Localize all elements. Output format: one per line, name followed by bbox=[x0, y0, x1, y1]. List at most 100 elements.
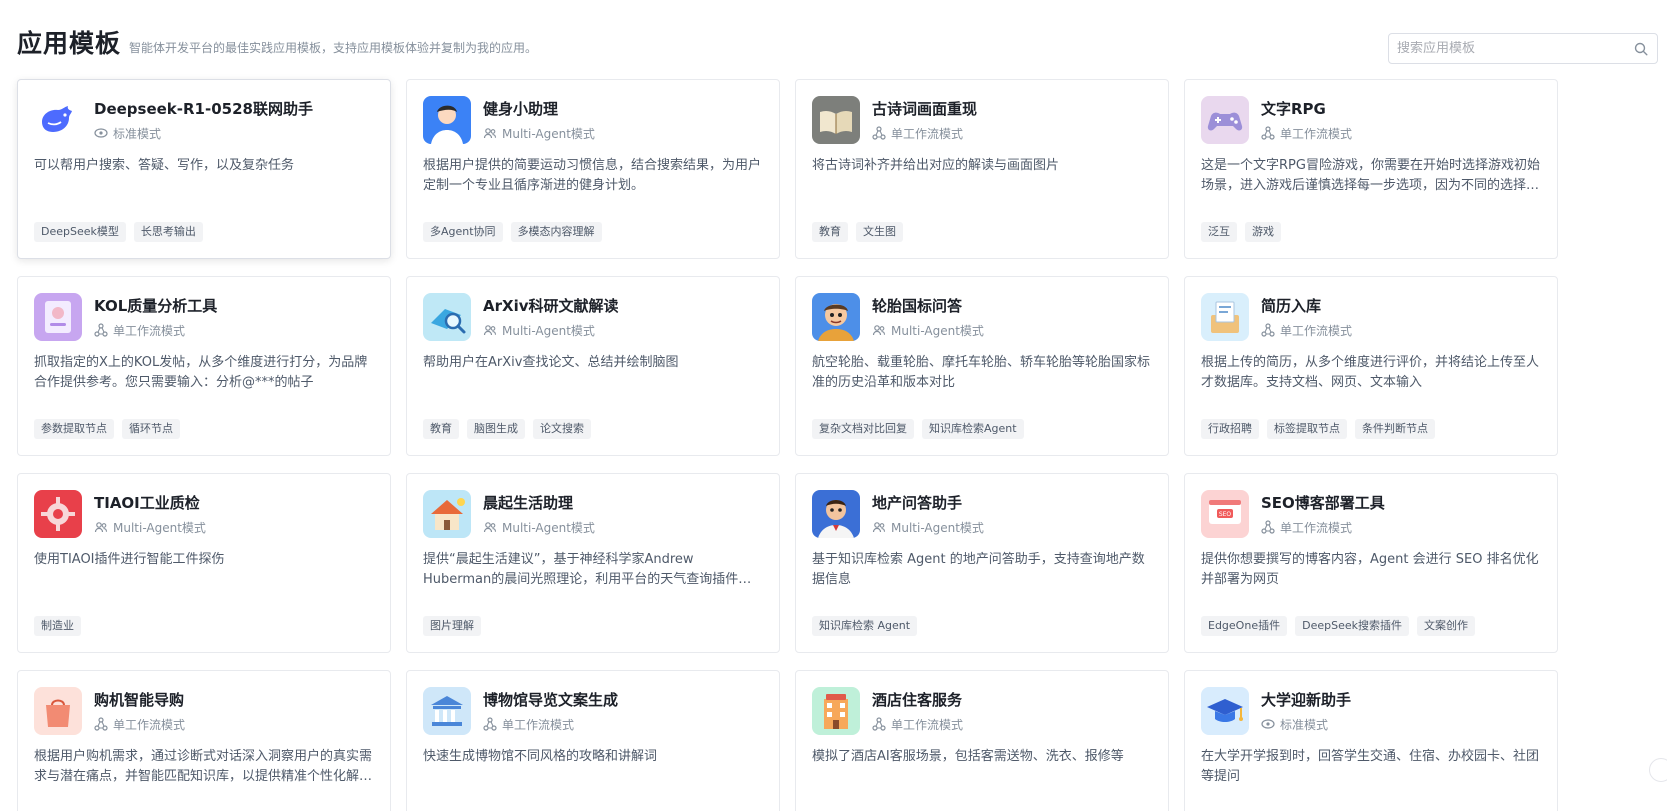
tag: 论文搜索 bbox=[533, 419, 591, 439]
users-icon bbox=[872, 323, 886, 337]
gamepad-avatar-icon bbox=[1201, 96, 1249, 144]
users-icon bbox=[483, 323, 497, 337]
template-card[interactable]: 大学迎新助手 标准模式 在大学开学报到时，回答学生交通、住宿、办校园卡、社团等提… bbox=[1184, 670, 1558, 811]
hotel-avatar-icon bbox=[812, 687, 860, 735]
tag: 标签提取节点 bbox=[1267, 419, 1347, 439]
mode-label: Multi-Agent模式 bbox=[502, 126, 595, 141]
tag: 复杂文档对比回复 bbox=[812, 419, 914, 439]
card-header: 简历入库 单工作流模式 bbox=[1201, 293, 1541, 341]
card-description: 提供“晨起生活建议”，基于神经科学家Andrew Huberman的晨间光照理论… bbox=[423, 552, 752, 587]
mode-label: Multi-Agent模式 bbox=[113, 520, 206, 535]
tag: 知识库检索 Agent bbox=[812, 616, 918, 636]
template-card[interactable]: 古诗词画面重现 单工作流模式 将古诗词补齐并给出对应的解读与画面图片 教育 文生图 bbox=[795, 79, 1169, 259]
tag-list: 行政招聘 标签提取节点 条件判断节点 bbox=[1201, 419, 1435, 439]
search-icon[interactable] bbox=[1633, 41, 1649, 57]
tag: 条件判断节点 bbox=[1355, 419, 1435, 439]
template-card[interactable]: 轮胎国标问答 Multi-Agent模式 航空轮胎、载重轮胎、摩托车轮胎、轿车轮… bbox=[795, 276, 1169, 456]
mode-line: Multi-Agent模式 bbox=[483, 322, 619, 339]
mode-label: Multi-Agent模式 bbox=[502, 520, 595, 535]
mode-line: 单工作流模式 bbox=[872, 125, 977, 142]
card-title-block: 轮胎国标问答 Multi-Agent模式 bbox=[872, 296, 984, 339]
tag: EdgeOne插件 bbox=[1201, 616, 1288, 636]
open-book-avatar-icon bbox=[812, 96, 860, 144]
eye-icon bbox=[94, 126, 108, 140]
card-title: 购机智能导购 bbox=[94, 690, 185, 709]
template-grid: Deepseek-R1-0528联网助手 标准模式 可以帮用户搜索、答疑、写作，… bbox=[17, 79, 1558, 811]
svg-text:SEO: SEO bbox=[1219, 511, 1232, 518]
card-title-block: 文字RPG 单工作流模式 bbox=[1261, 99, 1352, 142]
tag: 教育 bbox=[812, 222, 848, 242]
mode-label: 单工作流模式 bbox=[891, 717, 964, 732]
card-description: 帮助用户在ArXiv查找论文、总结并绘制脑图 bbox=[423, 355, 679, 370]
mode-label: 标准模式 bbox=[1280, 717, 1329, 732]
mode-line: Multi-Agent模式 bbox=[94, 519, 206, 536]
card-title-block: 购机智能导购 单工作流模式 bbox=[94, 690, 185, 733]
resume-box-avatar-icon bbox=[1201, 293, 1249, 341]
scroll-to-top-button[interactable] bbox=[1649, 758, 1667, 782]
card-title-block: 健身小助理 Multi-Agent模式 bbox=[483, 99, 595, 142]
tag: 游戏 bbox=[1245, 222, 1281, 242]
card-description: 根据用户提供的简要运动习惯信息，结合搜索结果，为用户定制一个专业且循序渐进的健身… bbox=[423, 158, 762, 193]
card-title: 健身小助理 bbox=[483, 99, 559, 118]
users-icon bbox=[872, 520, 886, 534]
template-card[interactable]: Deepseek-R1-0528联网助手 标准模式 可以帮用户搜索、答疑、写作，… bbox=[17, 79, 391, 259]
card-title-block: 古诗词画面重现 单工作流模式 bbox=[872, 99, 977, 142]
card-header: 博物馆导览文案生成 单工作流模式 bbox=[423, 687, 763, 735]
mode-label: 标准模式 bbox=[113, 126, 162, 141]
card-title-block: Deepseek-R1-0528联网助手 标准模式 bbox=[94, 99, 313, 142]
card-description: 抓取指定的X上的KOL发帖，从多个维度进行打分，为品牌合作提供参考。您只需要输入… bbox=[34, 355, 368, 390]
search-input[interactable] bbox=[1397, 41, 1633, 56]
card-title-block: 晨起生活助理 Multi-Agent模式 bbox=[483, 493, 595, 536]
card-title-block: 简历入库 单工作流模式 bbox=[1261, 296, 1352, 339]
tag: 脑图生成 bbox=[467, 419, 525, 439]
mode-line: Multi-Agent模式 bbox=[483, 519, 595, 536]
tag: 文生图 bbox=[856, 222, 903, 242]
card-title-block: 酒店住客服务 单工作流模式 bbox=[872, 690, 963, 733]
person-portrait-avatar-icon bbox=[423, 96, 471, 144]
template-card[interactable]: 酒店住客服务 单工作流模式 模拟了酒店AI客服场景，包括客需送物、洗衣、报修等 bbox=[795, 670, 1169, 811]
tag: 行政招聘 bbox=[1201, 419, 1259, 439]
card-header: 购机智能导购 单工作流模式 bbox=[34, 687, 374, 735]
gear-avatar-icon bbox=[34, 490, 82, 538]
mode-label: Multi-Agent模式 bbox=[891, 323, 984, 338]
card-title-block: TIAOI工业质检 Multi-Agent模式 bbox=[94, 493, 206, 536]
template-card[interactable]: 博物馆导览文案生成 单工作流模式 快速生成博物馆不同风格的攻略和讲解词 bbox=[406, 670, 780, 811]
mode-line: Multi-Agent模式 bbox=[872, 519, 984, 536]
page-subtitle: 智能体开发平台的最佳实践应用模板，支持应用模板体验并复制为我的应用。 bbox=[129, 41, 538, 55]
card-title-block: ArXiv科研文献解读 Multi-Agent模式 bbox=[483, 296, 619, 339]
card-description: 模拟了酒店AI客服场景，包括客需送物、洗衣、报修等 bbox=[812, 749, 1124, 764]
template-card[interactable]: 文字RPG 单工作流模式 这是一个文字RPG冒险游戏，你需要在开始时选择游戏初始… bbox=[1184, 79, 1558, 259]
tag: DeepSeek模型 bbox=[34, 222, 126, 242]
card-header: 文字RPG 单工作流模式 bbox=[1201, 96, 1541, 144]
mode-label: 单工作流模式 bbox=[502, 717, 575, 732]
tag-list: 知识库检索 Agent bbox=[812, 616, 918, 636]
page-header: 应用模板 智能体开发平台的最佳实践应用模板，支持应用模板体验并复制为我的应用。 bbox=[17, 24, 537, 60]
template-card[interactable]: 简历入库 单工作流模式 根据上传的简历，从多个维度进行评价，并将结论上传至人才数… bbox=[1184, 276, 1558, 456]
mode-label: 单工作流模式 bbox=[113, 323, 186, 338]
template-card[interactable]: TIAOI工业质检 Multi-Agent模式 使用TIAOI插件进行智能工件探… bbox=[17, 473, 391, 653]
template-card[interactable]: 地产问答助手 Multi-Agent模式 基于知识库检索 Agent 的地产问答… bbox=[795, 473, 1169, 653]
card-header: ArXiv科研文献解读 Multi-Agent模式 bbox=[423, 293, 763, 341]
card-header: 古诗词画面重现 单工作流模式 bbox=[812, 96, 1152, 144]
template-card[interactable]: 健身小助理 Multi-Agent模式 根据用户提供的简要运动习惯信息，结合搜索… bbox=[406, 79, 780, 259]
tag-list: 教育 脑图生成 论文搜索 bbox=[423, 419, 591, 439]
mode-line: Multi-Agent模式 bbox=[483, 125, 595, 142]
card-header: 地产问答助手 Multi-Agent模式 bbox=[812, 490, 1152, 538]
card-header: KOL质量分析工具 单工作流模式 bbox=[34, 293, 374, 341]
workflow-icon bbox=[94, 323, 108, 337]
template-card[interactable]: SEO SEO博客部署工具 单工作流模式 提供你想要撰写的博客内容，Agent … bbox=[1184, 473, 1558, 653]
tag-list: 图片理解 bbox=[423, 616, 481, 636]
template-card[interactable]: KOL质量分析工具 单工作流模式 抓取指定的X上的KOL发帖，从多个维度进行打分… bbox=[17, 276, 391, 456]
card-description: 根据用户购机需求，通过诊断式对话深入洞察用户的真实需求与潜在痛点，并智能匹配知识… bbox=[34, 749, 373, 784]
template-card[interactable]: ArXiv科研文献解读 Multi-Agent模式 帮助用户在ArXiv查找论文… bbox=[406, 276, 780, 456]
card-description: 可以帮用户搜索、答疑、写作，以及复杂任务 bbox=[34, 158, 295, 173]
workflow-icon bbox=[483, 717, 497, 731]
template-card[interactable]: 购机智能导购 单工作流模式 根据用户购机需求，通过诊断式对话深入洞察用户的真实需… bbox=[17, 670, 391, 811]
workflow-icon bbox=[872, 126, 886, 140]
workflow-icon bbox=[1261, 126, 1275, 140]
template-card[interactable]: 晨起生活助理 Multi-Agent模式 提供“晨起生活建议”，基于神经科学家A… bbox=[406, 473, 780, 653]
card-title-block: 大学迎新助手 标准模式 bbox=[1261, 690, 1351, 733]
tag: 图片理解 bbox=[423, 616, 481, 636]
search-box[interactable] bbox=[1388, 33, 1658, 64]
card-header: 大学迎新助手 标准模式 bbox=[1201, 687, 1541, 735]
